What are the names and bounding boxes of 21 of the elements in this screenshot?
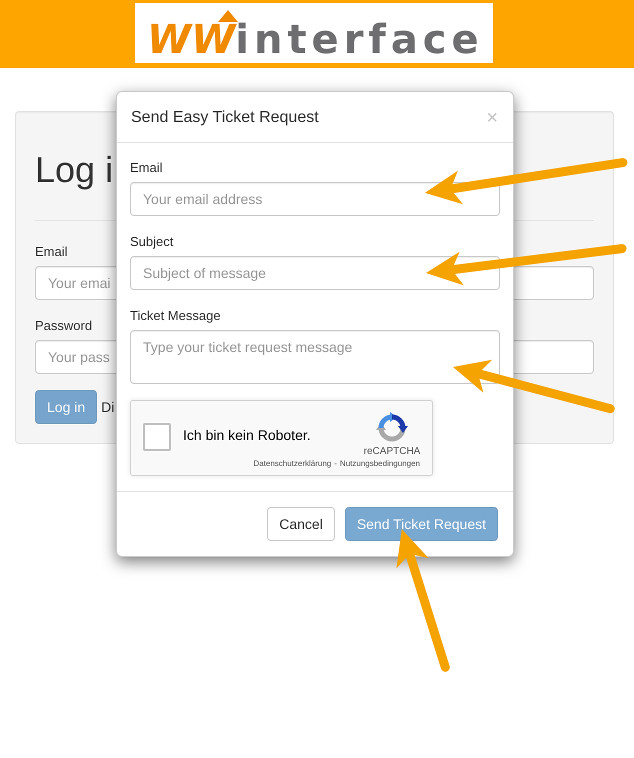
up-triangle-icon [218,10,238,22]
field-label: Email [35,243,68,261]
field-label: Password [35,317,92,335]
field-label: Subject [130,233,174,251]
field-label: Ticket Message [130,307,221,325]
text-fragment: Di [101,399,114,415]
message-field[interactable]: Type your ticket request message [130,330,500,384]
policy-link[interactable]: Nutzungsbedingungen [340,459,420,468]
policy-link[interactable]: Datenschutzerklärung [253,459,332,468]
checkbox[interactable] [143,423,171,451]
checkbox-label: Ich bin kein Roboter. [183,427,311,443]
dialog-title: Send Easy Ticket Request [131,108,319,128]
page-heading: Log i [35,150,114,190]
input-field[interactable]: Subject of message [130,256,500,290]
field-label: Email [130,159,163,177]
brand-text: reCAPTCHA [364,446,420,458]
separator-text: - [334,459,337,468]
cancel-button[interactable]: Cancel [267,507,335,541]
circular-arrows-icon [376,412,408,444]
logo-wordmark: WWinterface [147,22,484,58]
input-field[interactable]: Your email address [130,182,500,216]
